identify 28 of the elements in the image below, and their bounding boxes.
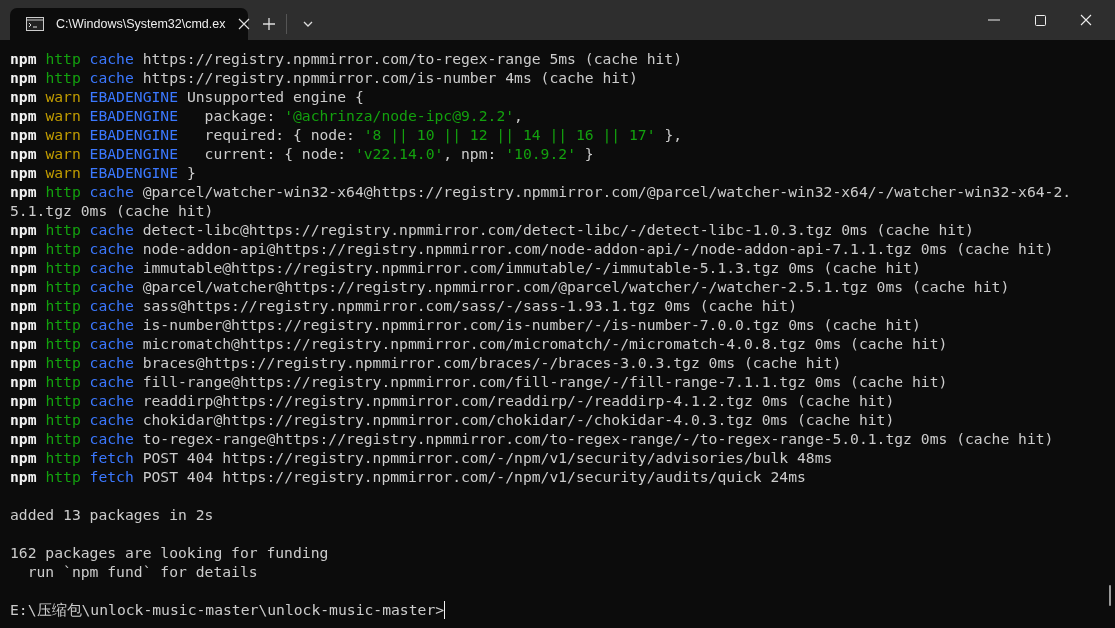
terminal-line: npm http cache is-number@https://registry.npmmirror.com/is-number/-/is-number-7.0.0.tgz 0ms (cache hit)	[10, 315, 922, 334]
terminal-line: npm http cache micromatch@https://registry.npmmirror.com/micromatch/-/micromatch-4.0.8.tgz 0ms (cache hit)	[10, 334, 949, 353]
terminal-tab[interactable]: C:\Windows\System32\cmd.ex	[10, 8, 248, 40]
terminal-line: npm http cache fill-range@https://registry.npmmirror.com/fill-range/-/fill-range-7.1.1.tgz 0ms (cache hit)	[10, 372, 949, 391]
terminal-line: added 13 packages in 2s	[10, 505, 215, 524]
terminal-line: npm warn EBADENGINE current: { node: 'v22.14.0', npm: '10.9.2' }	[10, 144, 595, 163]
terminal-line: npm http cache braces@https://registry.npmmirror.com/braces/-/braces-3.0.3.tgz 0ms (cache hit)	[10, 353, 843, 372]
terminal-line: npm http cache https://registry.npmmirror.com/is-number 4ms (cache hit)	[10, 68, 639, 87]
terminal-line: npm warn EBADENGINE package: '@achrinza/node-ipc@9.2.2',	[10, 106, 524, 125]
terminal-line: 162 packages are looking for funding	[10, 543, 330, 562]
terminal-line: 5.1.tgz 0ms (cache hit)	[10, 201, 215, 220]
terminal-line: npm http cache immutable@https://registry.npmmirror.com/immutable/-/immutable-5.1.3.tgz 0ms (cache hit)	[10, 258, 922, 277]
terminal-line: npm http cache node-addon-api@https://registry.npmmirror.com/node-addon-api/-/node-addon-api-7.1.1.tgz 0ms (cache hit)	[10, 239, 1055, 258]
terminal-line: npm http cache @parcel/watcher@https://registry.npmmirror.com/@parcel/watcher/-/watcher-2.5.1.tgz 0ms (cache hit)	[10, 277, 1011, 296]
terminal-line: npm http cache readdirp@https://registry.npmmirror.com/readdirp/-/readdirp-4.1.2.tgz 0ms (cache hit)	[10, 391, 896, 410]
terminal-line: npm http cache sass@https://registry.npmmirror.com/sass/-/sass-1.93.1.tgz 0ms (cache hit)	[10, 296, 798, 315]
terminal-line: npm http cache @parcel/watcher-win32-x64@https://registry.npmmirror.com/@parcel/watcher-win32-x64/-/watcher-win32-x64-2.	[10, 182, 1073, 201]
terminal-line: npm http cache detect-libc@https://registry.npmmirror.com/detect-libc/-/detect-libc-1.0.3.tgz 0ms (cache hit)	[10, 220, 975, 239]
terminal-line: npm http fetch POST 404 https://registry.npmmirror.com/-/npm/v1/security/advisories/bulk 48ms	[10, 448, 834, 467]
terminal-line: npm warn EBADENGINE }	[10, 163, 197, 182]
terminal-line: npm warn EBADENGINE Unsupported engine {	[10, 87, 365, 106]
command-prompt: E:\压缩包\unlock-music-master\unlock-music-master>	[10, 600, 445, 619]
terminal-line: run `npm fund` for details	[26, 562, 259, 581]
terminal-line: npm http cache to-regex-range@https://registry.npmmirror.com/to-regex-range/-/to-regex-range-5.0.1.tgz 0ms (cache hit)	[10, 429, 1055, 448]
terminal-line: npm warn EBADENGINE required: { node: '8 || 10 || 12 || 14 || 16 || 17' },	[10, 125, 684, 144]
terminal-line: npm http cache https://registry.npmmirror.com/to-regex-range 5ms (cache hit)	[10, 49, 684, 68]
terminal-line: npm http cache chokidar@https://registry.npmmirror.com/chokidar/-/chokidar-4.0.3.tgz 0ms (cache hit)	[10, 410, 896, 429]
terminal-line: npm http fetch POST 404 https://registry.npmmirror.com/-/npm/v1/security/audits/quick 24ms	[10, 467, 807, 486]
